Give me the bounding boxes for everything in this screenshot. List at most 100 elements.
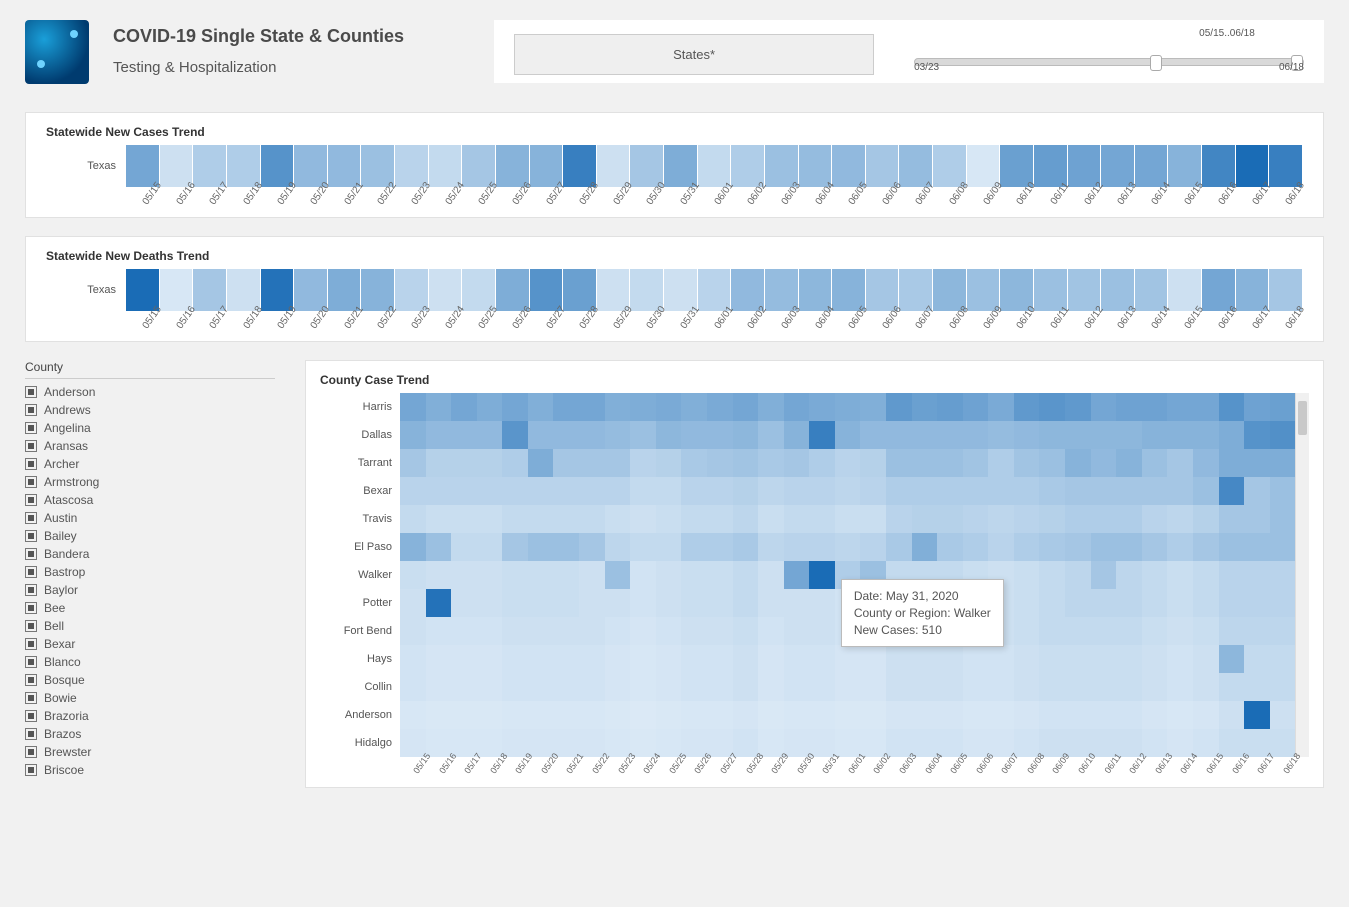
heatmap-cell[interactable] xyxy=(758,617,784,645)
heatmap-cell[interactable] xyxy=(809,589,835,617)
heatmap-cell[interactable] xyxy=(1270,421,1296,449)
heatmap-cell[interactable] xyxy=(784,589,810,617)
heatmap-cell[interactable] xyxy=(605,533,631,561)
heatmap-cell[interactable] xyxy=(758,449,784,477)
heatmap-cell[interactable] xyxy=(1091,617,1117,645)
heatmap-cell[interactable] xyxy=(605,673,631,701)
heatmap-cell[interactable] xyxy=(1167,617,1193,645)
heatmap-cell[interactable] xyxy=(451,449,477,477)
heatmap-cell[interactable] xyxy=(733,701,759,729)
slider-handle-start[interactable] xyxy=(1150,55,1162,71)
heatmap-cell[interactable] xyxy=(733,673,759,701)
heatmap-cell[interactable] xyxy=(477,449,503,477)
heatmap-cell[interactable] xyxy=(1014,533,1040,561)
heatmap-cell[interactable] xyxy=(835,449,861,477)
heatmap-cell[interactable] xyxy=(451,533,477,561)
heatmap-cell[interactable] xyxy=(707,701,733,729)
heatmap-cell[interactable] xyxy=(426,505,452,533)
heatmap-cell[interactable] xyxy=(630,589,656,617)
heatmap-cell[interactable] xyxy=(477,673,503,701)
heatmap-cell[interactable] xyxy=(733,617,759,645)
heatmap-cell[interactable] xyxy=(1167,505,1193,533)
heatmap-cell[interactable] xyxy=(1116,701,1142,729)
heatmap-cell[interactable] xyxy=(784,617,810,645)
heatmap-cell[interactable] xyxy=(809,701,835,729)
county-filter-item[interactable]: Archer xyxy=(25,455,275,473)
heatmap-cell[interactable] xyxy=(426,645,452,673)
heatmap-cell[interactable] xyxy=(477,505,503,533)
heatmap-cell[interactable] xyxy=(605,701,631,729)
heatmap-cell[interactable] xyxy=(502,421,528,449)
heatmap-cell[interactable] xyxy=(502,505,528,533)
heatmap-cell[interactable] xyxy=(1193,449,1219,477)
county-filter-item[interactable]: Baylor xyxy=(25,581,275,599)
heatmap-cell[interactable] xyxy=(656,701,682,729)
heatmap-cell[interactable] xyxy=(1091,393,1117,421)
heatmap-cell[interactable] xyxy=(1065,393,1091,421)
heatmap-cell[interactable] xyxy=(1193,477,1219,505)
heatmap-cell[interactable] xyxy=(528,701,554,729)
heatmap-cell[interactable] xyxy=(630,393,656,421)
heatmap-cell[interactable] xyxy=(1244,393,1270,421)
heatmap-cell[interactable] xyxy=(809,533,835,561)
heatmap-cell[interactable] xyxy=(1116,505,1142,533)
heatmap-cell[interactable] xyxy=(784,561,810,589)
heatmap-cell[interactable] xyxy=(605,477,631,505)
heatmap-cell[interactable] xyxy=(681,393,707,421)
heatmap-cell[interactable] xyxy=(1270,645,1296,673)
heatmap-cell[interactable] xyxy=(656,505,682,533)
heatmap-cell[interactable] xyxy=(579,393,605,421)
heatmap-cell[interactable] xyxy=(681,617,707,645)
heatmap-cell[interactable] xyxy=(937,449,963,477)
heatmap-cell[interactable] xyxy=(426,561,452,589)
checkbox-icon[interactable] xyxy=(25,548,37,560)
heatmap-cell[interactable] xyxy=(1219,533,1245,561)
heatmap-cell[interactable] xyxy=(1014,561,1040,589)
county-grid[interactable] xyxy=(400,393,1295,757)
county-scrollbar[interactable] xyxy=(1295,393,1309,757)
checkbox-icon[interactable] xyxy=(25,422,37,434)
heatmap-cell[interactable] xyxy=(1167,561,1193,589)
heatmap-cell[interactable] xyxy=(1244,617,1270,645)
heatmap-cell[interactable] xyxy=(809,505,835,533)
heatmap-cell[interactable] xyxy=(1244,561,1270,589)
heatmap-cell[interactable] xyxy=(707,589,733,617)
heatmap-cell[interactable] xyxy=(400,617,426,645)
heatmap-cell[interactable] xyxy=(1219,449,1245,477)
heatmap-cell[interactable] xyxy=(1219,589,1245,617)
county-filter-item[interactable]: Bosque xyxy=(25,671,275,689)
heatmap-cell[interactable] xyxy=(1193,561,1219,589)
heatmap-cell[interactable] xyxy=(1193,589,1219,617)
county-filter-item[interactable]: Aransas xyxy=(25,437,275,455)
heatmap-cell[interactable] xyxy=(426,673,452,701)
heatmap-cell[interactable] xyxy=(656,393,682,421)
heatmap-cell[interactable] xyxy=(579,589,605,617)
checkbox-icon[interactable] xyxy=(25,512,37,524)
heatmap-cell[interactable] xyxy=(681,645,707,673)
heatmap-cell[interactable] xyxy=(758,477,784,505)
heatmap-cell[interactable] xyxy=(1065,701,1091,729)
county-heatmap[interactable]: HarrisDallasTarrantBexarTravisEl PasoWal… xyxy=(320,393,1309,757)
heatmap-cell[interactable] xyxy=(1014,701,1040,729)
heatmap-cell[interactable] xyxy=(1014,617,1040,645)
heatmap-cell[interactable] xyxy=(502,589,528,617)
heatmap-cell[interactable] xyxy=(400,561,426,589)
heatmap-cell[interactable] xyxy=(733,421,759,449)
heatmap-cell[interactable] xyxy=(1244,589,1270,617)
heatmap-cell[interactable] xyxy=(963,645,989,673)
heatmap-cell[interactable] xyxy=(426,589,452,617)
checkbox-icon[interactable] xyxy=(25,602,37,614)
checkbox-icon[interactable] xyxy=(25,638,37,650)
heatmap-cell[interactable] xyxy=(656,477,682,505)
heatmap-cell[interactable] xyxy=(1193,701,1219,729)
heatmap-cell[interactable] xyxy=(963,477,989,505)
county-filter-item[interactable]: Brazos xyxy=(25,725,275,743)
heatmap-cell[interactable] xyxy=(1065,645,1091,673)
heatmap-cell[interactable] xyxy=(553,477,579,505)
heatmap-cell[interactable] xyxy=(1116,393,1142,421)
heatmap-cell[interactable] xyxy=(1270,701,1296,729)
heatmap-cell[interactable] xyxy=(937,701,963,729)
heatmap-cell[interactable] xyxy=(1014,645,1040,673)
heatmap-cell[interactable] xyxy=(1244,421,1270,449)
county-filter-item[interactable]: Angelina xyxy=(25,419,275,437)
